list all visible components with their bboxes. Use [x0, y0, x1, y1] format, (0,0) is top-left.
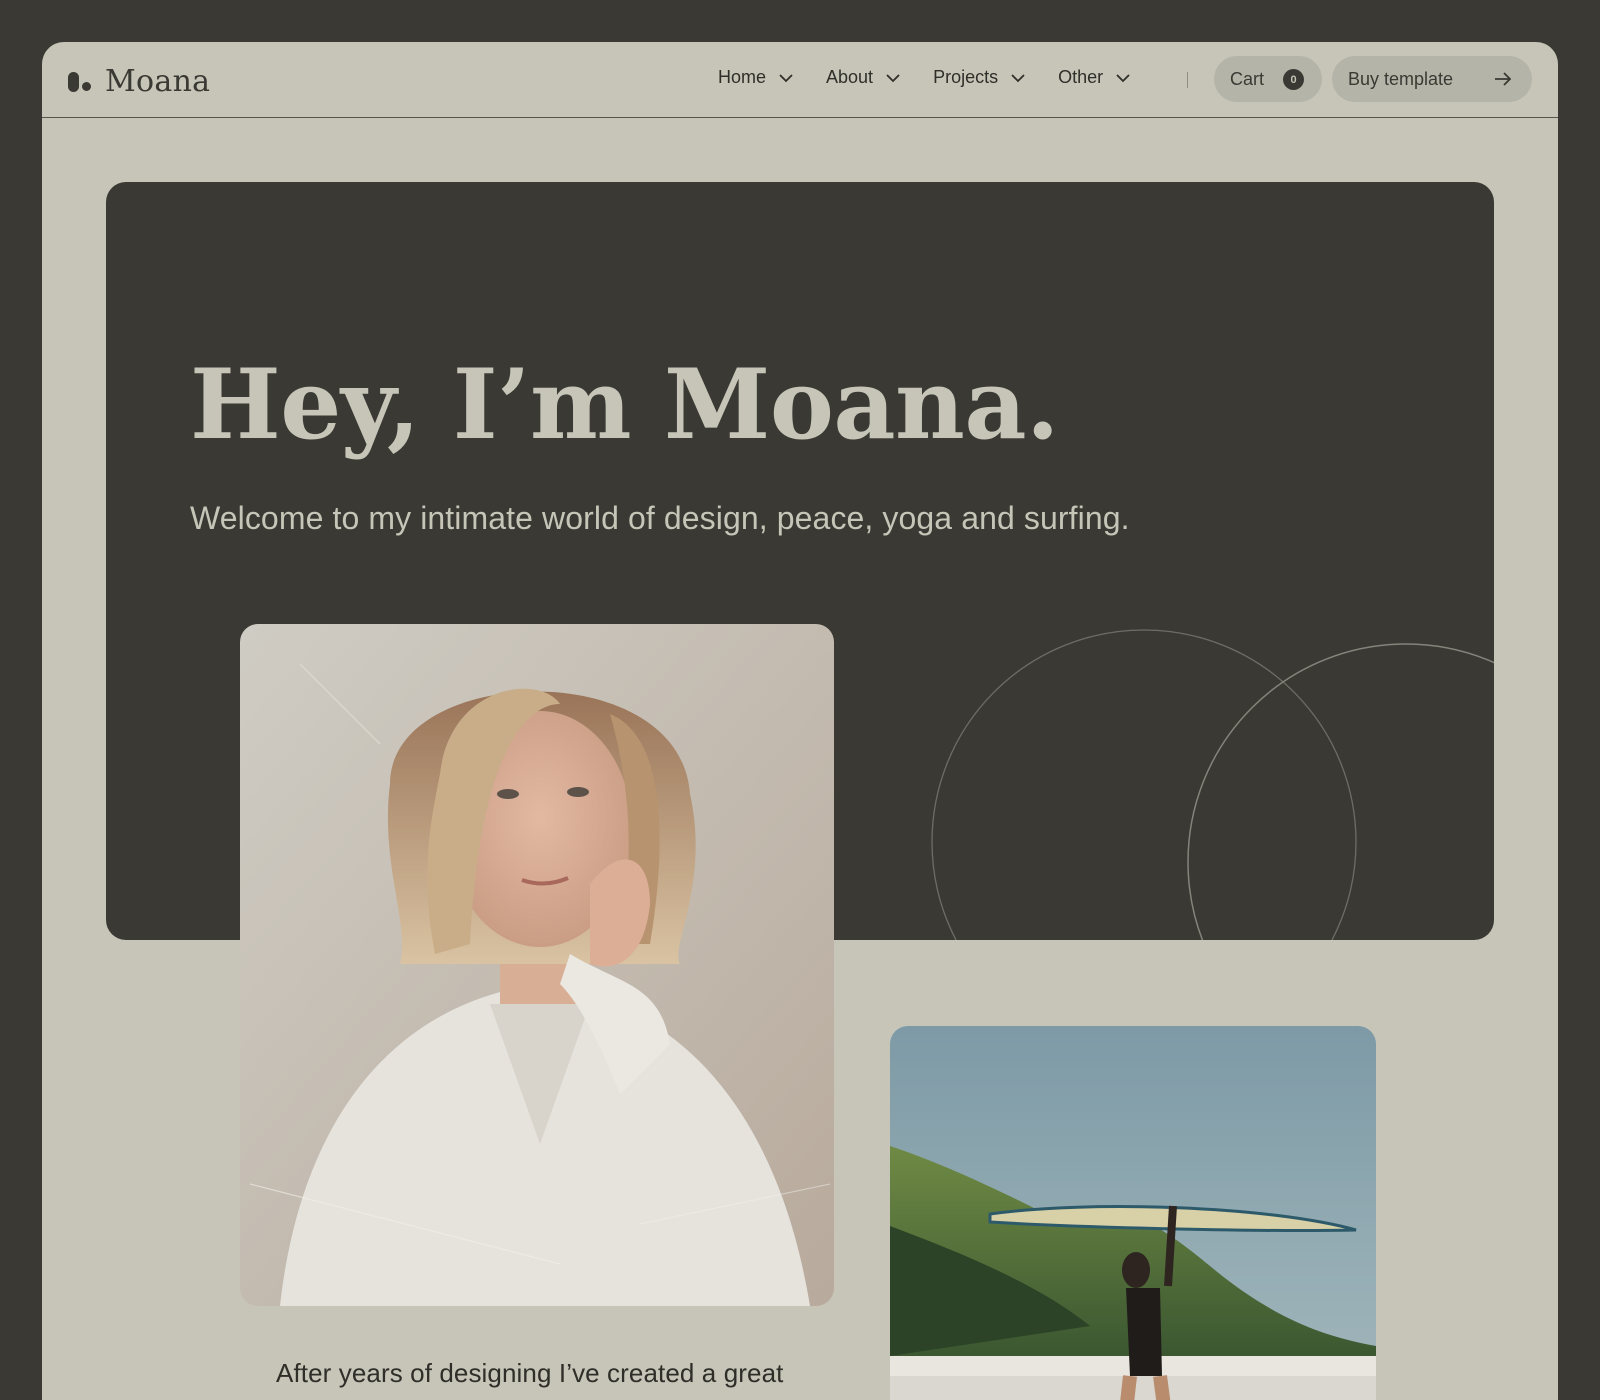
chevron-down-icon	[779, 73, 793, 82]
cart-count-badge: 0	[1283, 69, 1304, 90]
logo-mark-icon	[68, 71, 91, 92]
about-intro-text: After years of designing I’ve created a …	[276, 1358, 784, 1388]
buy-template-button[interactable]: Buy template	[1332, 56, 1532, 102]
brand-name: Moana	[105, 64, 211, 99]
chevron-down-icon	[1116, 73, 1130, 82]
nav-label: Other	[1058, 67, 1104, 87]
nav-item-home[interactable]: Home	[718, 67, 794, 88]
surfing-photo	[890, 1026, 1376, 1400]
cart-label: Cart	[1230, 68, 1265, 89]
chevron-down-icon	[886, 73, 900, 82]
brand-logo[interactable]: Moana	[68, 64, 210, 99]
nav-item-projects[interactable]: Projects	[933, 67, 1026, 88]
nav-item-other[interactable]: Other	[1058, 67, 1131, 88]
chevron-down-icon	[1011, 73, 1025, 82]
cart-button[interactable]: Cart 0	[1214, 56, 1322, 102]
arrow-right-icon	[1495, 72, 1512, 86]
hero-title: Hey, I’m Moana.	[190, 348, 1059, 461]
site-header: Moana Home About Projects Other Cart 0 B…	[42, 42, 1558, 118]
nav-item-about[interactable]: About	[826, 67, 901, 88]
buy-template-label: Buy template	[1348, 68, 1454, 89]
portrait-photo	[240, 624, 834, 1306]
hero-subtitle: Welcome to my intimate world of design, …	[190, 500, 1130, 536]
nav-label: Projects	[933, 67, 999, 87]
nav-label: Home	[718, 67, 767, 87]
browser-window: Moana Home About Projects Other Cart 0 B…	[42, 42, 1558, 1400]
nav-divider	[1187, 72, 1188, 88]
main-menu: Home About Projects Other	[718, 67, 1163, 88]
nav-label: About	[826, 67, 874, 87]
